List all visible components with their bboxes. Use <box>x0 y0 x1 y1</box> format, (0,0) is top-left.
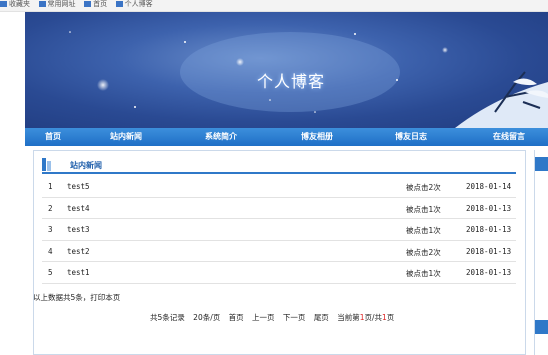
last-page-link[interactable]: 尾页 <box>314 313 329 322</box>
hit-count: 被点击1次 <box>406 269 441 279</box>
row-number: 4 <box>48 246 53 256</box>
main-nav: 首页 站内新闻 系统简介 博友相册 博友日志 在线留言 <box>25 128 548 146</box>
sidebar-header <box>535 320 548 334</box>
nav-news[interactable]: 站内新闻 <box>110 131 142 143</box>
news-date: 2018-01-13 <box>466 203 512 213</box>
banner-title: 个人博客 <box>257 72 326 91</box>
records-summary: 以上数据共5条，打印本页 <box>33 292 120 303</box>
news-panel: 站内新闻 1 test5 被点击2次 2018-01-14 2 test4 被点… <box>33 150 526 355</box>
sidebar-header <box>535 157 548 171</box>
news-title-link[interactable]: test1 <box>67 268 90 277</box>
title-marker-icon <box>47 161 51 171</box>
per-page: 20条/页 <box>193 313 221 322</box>
news-row[interactable]: 2 test4 被点击1次 2018-01-13 <box>42 198 516 220</box>
header-banner: 个人博客 <box>25 12 548 128</box>
nav-about[interactable]: 系统简介 <box>205 131 237 143</box>
bookmark-item[interactable]: 收藏夹 <box>0 0 30 11</box>
row-number: 2 <box>48 203 53 213</box>
current-page-info: 当前第1页/共1页 <box>337 313 394 322</box>
bookmarks-bar: 收藏夹 常用网址 首页 个人博客 <box>0 0 548 12</box>
next-page-link[interactable]: 下一页 <box>283 313 306 322</box>
news-date: 2018-01-13 <box>466 225 512 235</box>
news-title-link[interactable]: test3 <box>67 225 90 234</box>
news-list: 1 test5 被点击2次 2018-01-14 2 test4 被点击1次 2… <box>42 176 516 284</box>
hit-count: 被点击1次 <box>406 226 441 236</box>
bookmark-item[interactable]: 常用网址 <box>38 0 76 11</box>
news-title-link[interactable]: test5 <box>67 182 90 191</box>
pagination: 共5条记录 20条/页 首页 上一页 下一页 尾页 当前第1页/共1页 <box>150 312 394 323</box>
summary-text: 以上数据共5条，打印本页 <box>33 293 121 302</box>
nav-guestbook[interactable]: 在线留言 <box>493 131 525 143</box>
news-row[interactable]: 3 test3 被点击1次 2018-01-13 <box>42 219 516 241</box>
news-panel-header: 站内新闻 <box>42 156 516 174</box>
news-title-link[interactable]: test2 <box>67 247 90 256</box>
hit-count: 被点击1次 <box>406 204 441 214</box>
page-icon <box>84 1 92 7</box>
first-page-link[interactable]: 首页 <box>229 313 244 322</box>
row-number: 1 <box>48 182 53 191</box>
current-prefix: 当前第 <box>337 313 360 322</box>
title-marker-icon <box>42 158 46 171</box>
bookmark-item[interactable]: 个人博客 <box>115 0 153 11</box>
bookmark-item[interactable]: 首页 <box>84 0 107 11</box>
news-row[interactable]: 5 test1 被点击1次 2018-01-13 <box>42 262 516 284</box>
news-row[interactable]: 4 test2 被点击2次 2018-01-13 <box>42 241 516 263</box>
nav-diary[interactable]: 博友日志 <box>395 131 427 143</box>
news-date: 2018-01-14 <box>466 182 512 191</box>
hit-count: 被点击2次 <box>406 183 441 192</box>
hit-count: 被点击2次 <box>406 247 441 257</box>
page-icon <box>115 1 123 7</box>
folder-icon <box>38 1 46 7</box>
news-title-link[interactable]: test4 <box>67 204 90 213</box>
total-records: 共5条记录 <box>150 313 185 322</box>
news-panel-title: 站内新闻 <box>70 161 102 170</box>
news-date: 2018-01-13 <box>466 268 512 278</box>
prev-page-link[interactable]: 上一页 <box>252 313 275 322</box>
news-row[interactable]: 1 test5 被点击2次 2018-01-14 <box>42 176 516 198</box>
row-number: 3 <box>48 225 53 235</box>
news-date: 2018-01-13 <box>466 246 512 256</box>
nav-album[interactable]: 博友相册 <box>301 131 333 143</box>
current-mid: 页/共 <box>364 313 383 322</box>
row-number: 5 <box>48 268 53 278</box>
nav-home[interactable]: 首页 <box>45 131 61 143</box>
star-icon <box>0 1 7 7</box>
current-suffix: 页 <box>386 313 395 322</box>
